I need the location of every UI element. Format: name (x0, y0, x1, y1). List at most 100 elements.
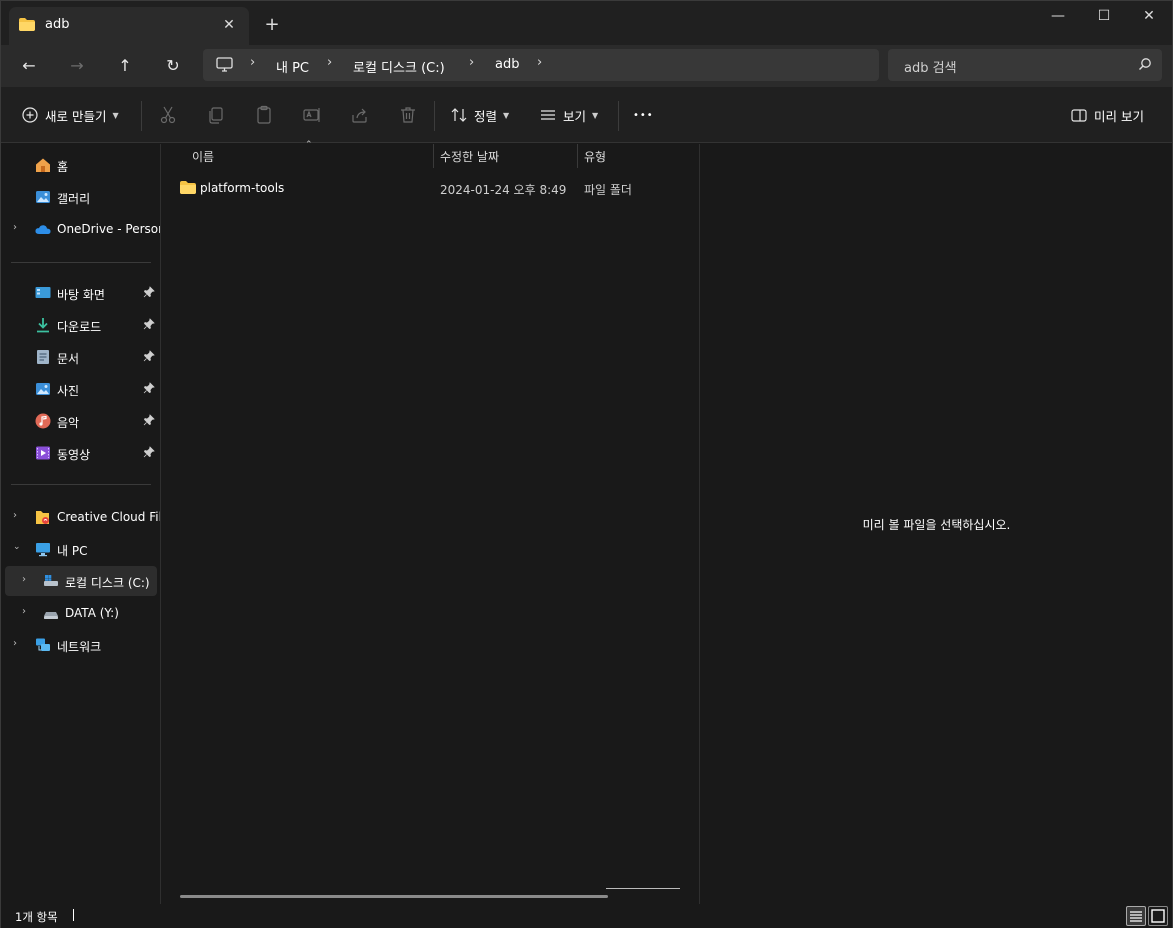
scrollbar-track-indicator (606, 888, 680, 889)
horizontal-scrollbar[interactable] (180, 895, 608, 898)
refresh-button[interactable]: ↻ (160, 54, 186, 78)
minimize-button[interactable]: — (1035, 1, 1081, 33)
list-view-icon (541, 110, 555, 120)
status-bar: 1개 항목 (1, 904, 1172, 928)
share-icon[interactable] (350, 105, 370, 125)
toolbar-divider (141, 101, 142, 131)
sort-icon (451, 108, 467, 122)
sidebar-item-videos[interactable]: 동영상 (1, 438, 159, 468)
sidebar-item-creative-cloud[interactable]: › Creative Cloud Files (1, 502, 160, 532)
column-header-name[interactable]: 이름 (192, 148, 214, 165)
forward-button[interactable]: → (64, 54, 90, 78)
large-icons-view-icon (1151, 909, 1165, 923)
address-bar[interactable]: › 내 PC › 로컬 디스크 (C:) › adb › (203, 49, 879, 81)
sidebar-item-downloads[interactable]: 다운로드 (1, 310, 159, 340)
maximize-button[interactable]: ☐ (1081, 1, 1127, 33)
videos-icon (36, 446, 50, 460)
gallery-icon (36, 191, 50, 203)
details-view-icon (1130, 911, 1142, 922)
breadcrumb-separator[interactable]: › (537, 55, 542, 70)
delete-icon[interactable] (398, 105, 418, 125)
breadcrumb-local-disk[interactable]: 로컬 디스크 (C:) (353, 57, 445, 76)
preview-pane-icon (1071, 109, 1087, 122)
pin-icon[interactable] (143, 414, 155, 426)
sidebar-item-label: 네트워크 (57, 640, 102, 654)
preview-message: 미리 볼 파일을 선택하십시오. (862, 518, 1011, 532)
pin-icon[interactable] (143, 446, 155, 458)
chevron-down-icon: ▼ (112, 110, 119, 120)
folder-icon (19, 18, 35, 31)
navigation-bar: ← → ↑ ↻ › 내 PC › 로컬 디스크 (C:) › adb › adb… (1, 45, 1172, 87)
sidebar-item-onedrive[interactable]: › OneDrive - Personal (1, 214, 160, 244)
pin-icon[interactable] (143, 286, 155, 298)
column-divider[interactable] (577, 144, 578, 168)
tab-adb[interactable]: adb ✕ (9, 7, 249, 45)
sidebar-item-home[interactable]: 홈 (1, 150, 159, 180)
sidebar-item-local-disk[interactable]: › 로컬 디스크 (C:) (5, 566, 157, 596)
sidebar-item-data-drive[interactable]: › DATA (Y:) (1, 598, 159, 628)
search-input[interactable]: adb 검색 (888, 49, 1162, 81)
file-explorer-window: adb ✕ + — ☐ ✕ ← → ↑ ↻ › 내 PC › 로컬 디스크 (C… (0, 0, 1173, 928)
sidebar-item-label: 음악 (57, 416, 80, 430)
sort-button[interactable]: 정렬 ▼ (450, 103, 509, 127)
preview-pane-label: 미리 보기 (1094, 108, 1144, 124)
sidebar-item-pictures[interactable]: 사진 (1, 374, 159, 404)
sidebar-item-label: 다운로드 (57, 320, 102, 334)
chevron-right-icon[interactable]: › (22, 606, 26, 617)
cut-icon[interactable] (158, 105, 178, 125)
file-type: 파일 폴더 (584, 183, 632, 197)
breadcrumb-adb[interactable]: adb (495, 57, 519, 72)
breadcrumb-this-pc[interactable]: 내 PC (276, 57, 309, 76)
close-window-button[interactable]: ✕ (1126, 1, 1172, 33)
file-row[interactable]: platform-tools 2024-01-24 오후 8:49 파일 폴더 (162, 178, 692, 200)
desktop-icon (35, 287, 51, 298)
rename-icon[interactable] (302, 105, 322, 125)
chevron-right-icon[interactable]: › (13, 510, 17, 521)
copy-icon[interactable] (206, 105, 226, 125)
sidebar-item-label: 동영상 (57, 448, 91, 462)
new-tab-button[interactable]: + (261, 15, 283, 37)
paste-icon[interactable] (254, 105, 274, 125)
column-header-modified[interactable]: 수정한 날짜 (440, 148, 499, 165)
navigation-pane: 홈 갤러리 › OneDrive - Personal 바탕 화면 (1, 144, 161, 904)
new-button-label: 새로 만들기 (45, 108, 107, 124)
search-icon (1139, 58, 1151, 70)
sidebar-item-documents[interactable]: 문서 (1, 342, 159, 372)
status-divider (73, 909, 74, 921)
tiles-view-button[interactable] (1148, 906, 1168, 926)
pin-icon[interactable] (143, 318, 155, 330)
sidebar-item-this-pc[interactable]: ⌄ 내 PC (1, 534, 159, 564)
chevron-down-icon[interactable]: ⌄ (13, 542, 21, 552)
breadcrumb-separator[interactable]: › (469, 55, 474, 70)
view-button[interactable]: 보기 ▼ (539, 103, 598, 127)
chevron-right-icon[interactable]: › (22, 574, 26, 585)
chevron-right-icon[interactable]: › (13, 638, 17, 649)
up-button[interactable]: ↑ (112, 54, 138, 78)
column-divider[interactable] (433, 144, 434, 168)
sidebar-item-desktop[interactable]: 바탕 화면 (1, 278, 159, 308)
preview-pane-button[interactable]: 미리 보기 (1070, 103, 1144, 127)
pictures-icon (36, 383, 50, 395)
column-header-type[interactable]: 유형 (584, 148, 606, 165)
file-name: platform-tools (200, 181, 285, 195)
download-icon (37, 318, 49, 333)
back-button[interactable]: ← (16, 54, 42, 78)
breadcrumb-separator[interactable]: › (327, 55, 332, 70)
tab-title: adb (45, 17, 70, 32)
details-view-button[interactable] (1126, 906, 1146, 926)
add-circle-icon (22, 107, 38, 123)
chevron-right-icon[interactable]: › (13, 222, 17, 233)
pin-icon[interactable] (143, 350, 155, 362)
sidebar-item-network[interactable]: › 네트워크 (1, 630, 159, 660)
sidebar-item-music[interactable]: 음악 (1, 406, 159, 436)
more-options-button[interactable]: ••• (633, 103, 654, 127)
new-button[interactable]: 새로 만들기 ▼ (21, 103, 119, 127)
tab-close-button[interactable]: ✕ (219, 15, 239, 35)
music-icon (35, 413, 51, 429)
breadcrumb-separator[interactable]: › (250, 55, 255, 70)
pin-icon[interactable] (143, 382, 155, 394)
sidebar-item-gallery[interactable]: 갤러리 (1, 182, 159, 212)
drive-icon (44, 575, 58, 586)
sidebar-item-label: 내 PC (57, 544, 88, 558)
sidebar-item-label: 로컬 디스크 (C:) (65, 576, 150, 590)
